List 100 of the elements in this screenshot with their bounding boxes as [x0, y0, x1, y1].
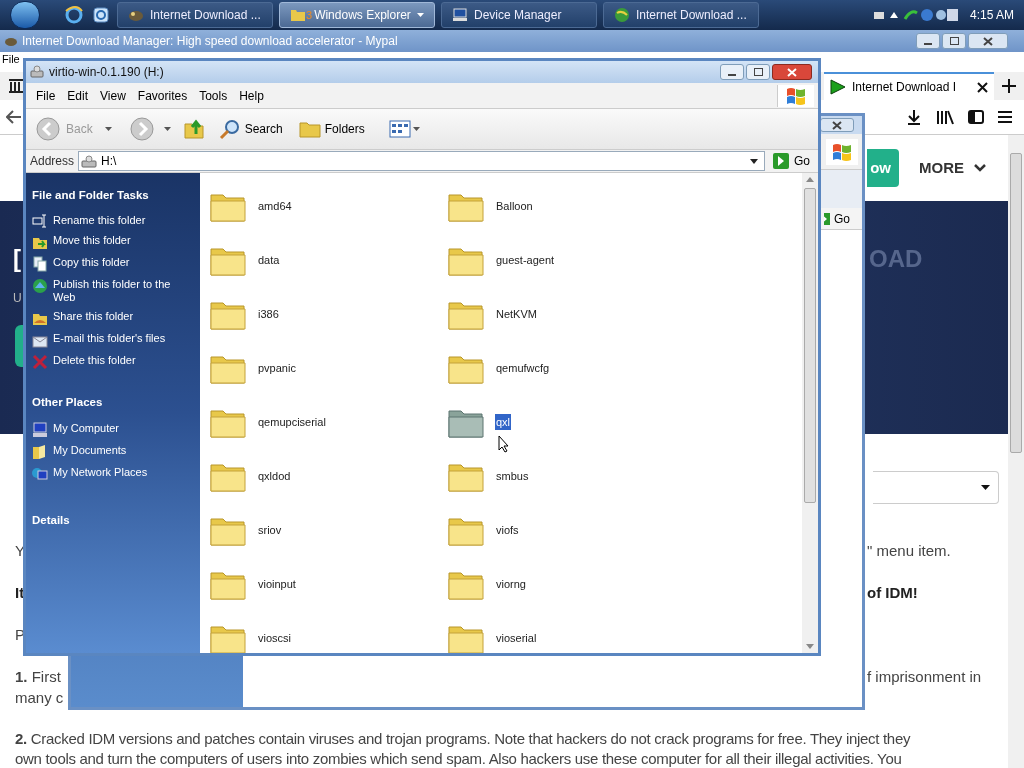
library-icon[interactable]	[8, 79, 24, 93]
close-button[interactable]	[968, 33, 1008, 49]
folder-label[interactable]: i386	[257, 305, 280, 323]
documents-icon	[32, 443, 48, 460]
scroll-up-icon[interactable]	[806, 177, 814, 182]
task-link[interactable]: Share this folder	[53, 310, 134, 324]
go-button[interactable]: Go	[769, 152, 814, 170]
paragraph-text: of IDM!	[867, 583, 918, 603]
dropdown-field[interactable]	[873, 470, 999, 504]
more-link[interactable]: MORE	[919, 156, 964, 180]
menu-icon[interactable]	[998, 111, 1012, 123]
menu-item[interactable]: Tools	[193, 86, 234, 105]
windows-logo-icon	[786, 86, 806, 105]
library-icon[interactable]	[936, 109, 954, 125]
folder-label[interactable]: vioscsi	[257, 629, 292, 647]
scroll-down-icon[interactable]	[806, 644, 814, 649]
drive-icon	[81, 154, 98, 168]
caret-icon	[981, 484, 990, 490]
hero-button[interactable]	[15, 325, 23, 367]
scroll-thumb[interactable]	[804, 188, 816, 503]
tray-icons[interactable]	[902, 7, 959, 23]
views-button[interactable]	[388, 120, 420, 138]
task-link[interactable]: E-mail this folder's files	[53, 332, 166, 346]
minimize-button[interactable]	[720, 64, 744, 80]
folder-label[interactable]: amd64	[257, 197, 293, 215]
task-link[interactable]: Delete this folder	[53, 354, 136, 368]
caret-icon[interactable]	[104, 127, 112, 131]
browser-tab[interactable]: Internet Download I	[824, 72, 994, 100]
up-folder-icon[interactable]	[182, 118, 205, 140]
paragraph-text: 2. Cracked IDM versions and patches contain viruses and trojan programs. Note that hackers do not crack programs for free. They inject they	[15, 729, 912, 749]
folder-label[interactable]: viorng	[495, 575, 527, 593]
menu-item[interactable]: Favorites	[131, 86, 194, 105]
scrollbar[interactable]	[1008, 135, 1024, 768]
minimize-button[interactable]	[916, 33, 940, 49]
window-title: virtio-win-0.1.190 (H:)	[49, 64, 164, 81]
folder-label[interactable]: NetKVM	[495, 305, 538, 323]
folder-label[interactable]: vioserial	[495, 629, 538, 647]
folders-button[interactable]: Folders	[298, 119, 365, 139]
menu-item[interactable]: File	[0, 53, 20, 65]
folder-label[interactable]: viofs	[495, 521, 520, 539]
address-field[interactable]: H:\	[78, 151, 765, 171]
window-count: 3	[306, 7, 313, 23]
task-link[interactable]: Move this folder	[53, 234, 131, 248]
caret-icon[interactable]	[889, 12, 898, 18]
views-icon	[388, 120, 411, 138]
search-button[interactable]: Search	[218, 118, 283, 140]
place-link[interactable]: My Documents	[53, 443, 127, 457]
folder-label[interactable]: qemufwcfg	[495, 359, 551, 377]
folder-label[interactable]: vioinput	[257, 575, 297, 593]
folder-label[interactable]: qemupciserial	[257, 413, 327, 431]
taskbar-label: Internet Download ...	[636, 7, 747, 24]
scroll-thumb[interactable]	[1010, 153, 1022, 453]
app-icon[interactable]	[92, 6, 110, 24]
taskbar-button[interactable]: Device Manager	[441, 2, 597, 28]
task-link[interactable]: Rename this folder	[53, 214, 146, 228]
close-icon	[832, 120, 842, 130]
folder-label[interactable]: sriov	[257, 521, 283, 539]
menu-item[interactable]: File	[30, 86, 62, 105]
window-title: Internet Download Manager: High speed download accelerator - Mypal	[22, 33, 398, 50]
chevron-down-icon[interactable]	[974, 164, 986, 172]
folder-label[interactable]: pvpanic	[257, 359, 297, 377]
scrollbar[interactable]	[802, 173, 818, 653]
menu-item[interactable]: View	[94, 86, 132, 105]
keyboard-icon[interactable]	[872, 10, 885, 20]
app-icon	[128, 8, 144, 22]
task-link[interactable]: Publish this folder to the Web	[53, 278, 194, 305]
address-label: Address	[30, 153, 75, 170]
clock[interactable]: 4:15 AM	[969, 6, 1014, 24]
menu-item[interactable]: Edit	[61, 86, 95, 105]
place-link[interactable]: My Computer	[53, 421, 120, 435]
taskbar-button[interactable]: Internet Download ...	[117, 2, 273, 28]
task-link[interactable]: Copy this folder	[53, 256, 130, 270]
maximize-button[interactable]	[942, 33, 966, 49]
taskbar-label: Windows Explorer	[314, 7, 411, 24]
close-button[interactable]	[820, 118, 854, 132]
close-icon[interactable]	[977, 81, 988, 93]
drive-icon	[30, 65, 44, 79]
maximize-button[interactable]	[746, 64, 770, 80]
back-arrow-icon[interactable]	[6, 110, 22, 124]
computer-icon	[452, 8, 468, 22]
sidebar-icon[interactable]	[968, 110, 984, 124]
taskbar-button[interactable]: 3 Windows Explorer	[279, 2, 435, 28]
browser-icon[interactable]	[64, 5, 84, 25]
folder-label[interactable]: qxldod	[257, 467, 292, 485]
folder-label[interactable]: qxl	[495, 413, 512, 431]
close-button[interactable]	[772, 64, 812, 80]
menu-item[interactable]: Help	[233, 86, 270, 105]
folder-label[interactable]: data	[257, 251, 281, 269]
folder-label[interactable]: smbus	[495, 467, 530, 485]
start-button[interactable]	[10, 1, 40, 29]
place-link[interactable]: My Network Places	[53, 465, 148, 479]
download-icon[interactable]	[906, 109, 922, 125]
paragraph-text: f imprisonment in	[867, 667, 982, 687]
taskbar-button[interactable]: Internet Download ...	[603, 2, 759, 28]
caret-icon	[417, 13, 424, 17]
folder-label[interactable]: Balloon	[495, 197, 534, 215]
caret-icon[interactable]	[163, 127, 171, 131]
plus-icon[interactable]	[1002, 79, 1016, 93]
forward-icon[interactable]	[129, 117, 154, 141]
folder-label[interactable]: guest-agent	[495, 251, 556, 269]
